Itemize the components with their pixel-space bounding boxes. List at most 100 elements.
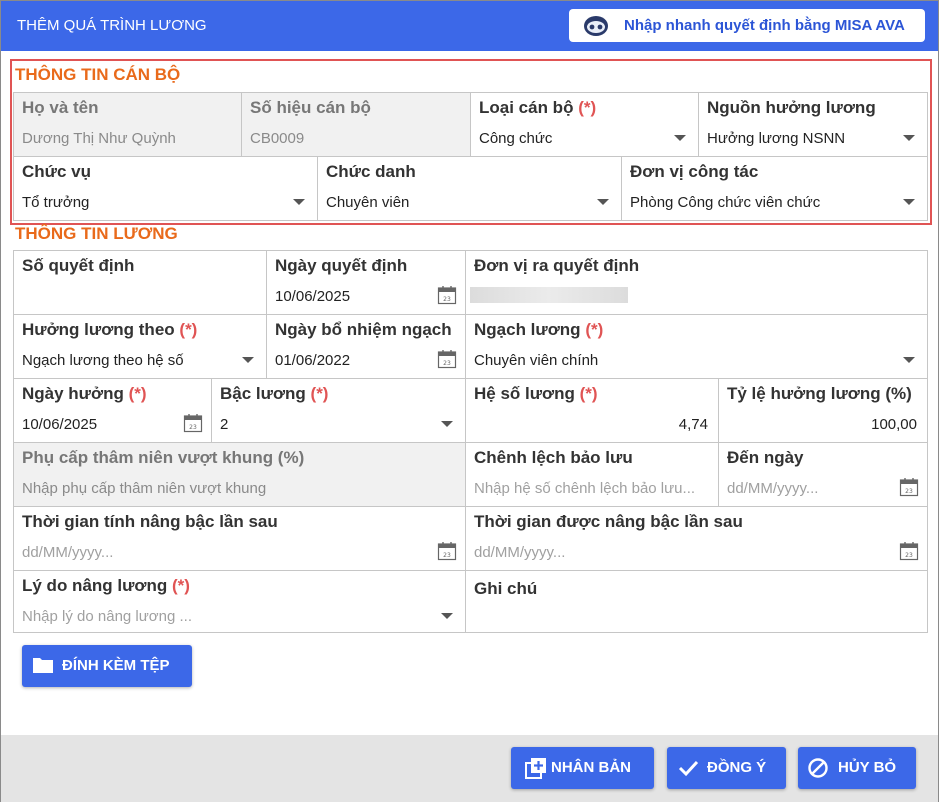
chuc-vu-value: Tổ trưởng (22, 194, 90, 211)
dialog-titlebar: THÊM QUÁ TRÌNH LƯƠNG Nhập nhanh quyết đị… (1, 1, 938, 51)
loai-can-bo-select[interactable]: Loại cán bộ (*) Công chức (470, 92, 699, 157)
den-ngay-placeholder[interactable]: dd/MM/yyyy... (727, 480, 818, 497)
chuc-danh-value: Chuyên viên (326, 194, 410, 211)
don-vi-cong-tac-select[interactable]: Đơn vị công tác Phòng Công chức viên chứ… (621, 156, 928, 221)
calendar-icon[interactable]: 23 (899, 541, 919, 561)
duplicate-label: NHÂN BẢN (551, 759, 631, 776)
attach-file-label: ĐÍNH KÈM TỆP (62, 657, 170, 674)
folder-icon (33, 658, 53, 673)
calendar-icon[interactable]: 23 (899, 477, 919, 497)
ngay-huong-field[interactable]: Ngày hưởng (*) 10/06/2025 23 (13, 378, 212, 443)
ok-label: ĐỒNG Ý (707, 759, 767, 776)
huong-luong-theo-value: Ngạch lương theo hệ số (22, 352, 184, 369)
ngay-huong-label: Ngày hưởng (*) (22, 384, 147, 403)
chevron-down-icon[interactable] (242, 357, 254, 363)
tg-duoc-nang-label: Thời gian được nâng bậc lần sau (474, 512, 743, 531)
so-hieu-value: CB0009 (250, 130, 305, 147)
chevron-down-icon[interactable] (293, 199, 305, 205)
svg-text:23: 23 (905, 488, 913, 495)
ngay-bo-nhiem-value[interactable]: 01/06/2022 (275, 352, 350, 369)
tg-duoc-nang-field[interactable]: Thời gian được nâng bậc lần sau dd/MM/yy… (465, 506, 928, 571)
duplicate-button[interactable]: NHÂN BẢN (511, 747, 654, 789)
so-quyet-dinh-field[interactable]: Số quyết định (13, 250, 267, 315)
huong-luong-theo-select[interactable]: Hưởng lương theo (*) Ngạch lương theo hệ… (13, 314, 267, 379)
bac-luong-label: Bậc lương (*) (220, 384, 329, 403)
robot-icon (584, 16, 608, 36)
cancel-label: HỦY BỎ (838, 759, 897, 776)
svg-text:23: 23 (189, 424, 197, 431)
ty-le-field[interactable]: Tỷ lệ hưởng lương (%) 100,00 (718, 378, 928, 443)
ngay-quyet-dinh-value[interactable]: 10/06/2025 (275, 288, 350, 305)
svg-text:23: 23 (905, 552, 913, 559)
dialog-title: THÊM QUÁ TRÌNH LƯƠNG (17, 17, 207, 34)
ngay-quyet-dinh-field[interactable]: Ngày quyết định 10/06/2025 23 (266, 250, 466, 315)
chevron-down-icon[interactable] (903, 357, 915, 363)
den-ngay-label: Đến ngày (727, 448, 804, 467)
chevron-down-icon[interactable] (903, 135, 915, 141)
chuc-vu-select[interactable]: Chức vụ Tổ trưởng (13, 156, 318, 221)
cancel-button[interactable]: HỦY BỎ (798, 747, 916, 789)
chenh-lech-field[interactable]: Chênh lệch bảo lưu Nhập hệ số chênh lệch… (465, 442, 719, 507)
ngay-huong-value[interactable]: 10/06/2025 (22, 416, 97, 433)
ly-do-select[interactable]: Lý do nâng lương (*) Nhập lý do nâng lươ… (13, 570, 466, 633)
chenh-lech-label: Chênh lệch bảo lưu (474, 448, 633, 467)
misa-ava-button[interactable]: Nhập nhanh quyết định bằng MISA AVA (569, 9, 925, 42)
chevron-down-icon[interactable] (674, 135, 686, 141)
chevron-down-icon[interactable] (441, 613, 453, 619)
bac-luong-select[interactable]: Bậc lương (*) 2 (211, 378, 466, 443)
so-hieu-field: Số hiệu cán bộ CB0009 (241, 92, 471, 157)
misa-ava-label: Nhập nhanh quyết định bằng MISA AVA (624, 17, 905, 34)
don-vi-ra-quyet-dinh-label: Đơn vị ra quyết định (474, 256, 640, 275)
calendar-icon[interactable]: 23 (437, 285, 457, 305)
don-vi-cong-tac-label: Đơn vị công tác (630, 162, 759, 181)
chevron-down-icon[interactable] (597, 199, 609, 205)
ngay-bo-nhiem-label: Ngày bổ nhiệm ngạch (275, 320, 452, 339)
checkmark-icon (678, 760, 699, 777)
ho-ten-value: Dương Thị Như Quỳnh (22, 130, 176, 147)
luong-section-title: THÔNG TIN LƯƠNG (15, 224, 178, 243)
loai-can-bo-label: Loại cán bộ (*) (479, 98, 597, 117)
phu-cap-placeholder: Nhập phụ cấp thâm niên vượt khung (22, 480, 267, 497)
ghi-chu-label: Ghi chú (474, 579, 538, 598)
calendar-icon[interactable]: 23 (437, 541, 457, 561)
svg-text:23: 23 (443, 296, 451, 303)
ngay-quyet-dinh-label: Ngày quyết định (275, 256, 408, 275)
ghi-chu-field[interactable]: Ghi chú (465, 570, 928, 633)
calendar-icon[interactable]: 23 (183, 413, 203, 433)
chuc-danh-select[interactable]: Chức danh Chuyên viên (317, 156, 622, 221)
ngach-luong-value: Chuyên viên chính (474, 352, 599, 369)
nguon-huong-luong-value: Hưởng lương NSNN (707, 130, 846, 147)
ngach-luong-select[interactable]: Ngạch lương (*) Chuyên viên chính (465, 314, 928, 379)
ngach-luong-label: Ngạch lương (*) (474, 320, 604, 339)
tg-duoc-nang-placeholder[interactable]: dd/MM/yyyy... (474, 544, 565, 561)
duplicate-icon (525, 758, 546, 779)
ty-le-label: Tỷ lệ hưởng lương (%) (727, 384, 912, 403)
don-vi-cong-tac-value: Phòng Công chức viên chức (630, 194, 821, 211)
attach-file-button[interactable]: ĐÍNH KÈM TỆP (22, 645, 192, 687)
he-so-luong-field[interactable]: Hệ số lương (*) 4,74 (465, 378, 719, 443)
chuc-vu-label: Chức vụ (22, 162, 91, 181)
dialog-footer: NHÂN BẢN ĐỒNG Ý HỦY BỎ (1, 735, 938, 802)
so-hieu-label: Số hiệu cán bộ (250, 98, 371, 117)
calendar-icon[interactable]: 23 (437, 349, 457, 369)
add-salary-dialog: THÊM QUÁ TRÌNH LƯƠNG Nhập nhanh quyết đị… (0, 0, 939, 802)
chevron-down-icon[interactable] (441, 421, 453, 427)
phu-cap-label: Phụ cấp thâm niên vượt khung (%) (22, 448, 305, 467)
chevron-down-icon[interactable] (903, 199, 915, 205)
nguon-huong-luong-select[interactable]: Nguồn hưởng lương Hưởng lương NSNN (698, 92, 928, 157)
tg-nang-bac-placeholder[interactable]: dd/MM/yyyy... (22, 544, 113, 561)
he-so-luong-value[interactable]: 4,74 (679, 416, 708, 433)
ly-do-placeholder: Nhập lý do nâng lương ... (22, 608, 192, 625)
chenh-lech-placeholder[interactable]: Nhập hệ số chênh lệch bảo lưu... (474, 480, 695, 497)
tg-nang-bac-field[interactable]: Thời gian tính nâng bậc lần sau dd/MM/yy… (13, 506, 466, 571)
ho-ten-label: Họ và tên (22, 98, 99, 117)
loai-can-bo-value: Công chức (479, 130, 553, 147)
don-vi-ra-quyet-dinh-field[interactable]: Đơn vị ra quyết định (465, 250, 928, 315)
ok-button[interactable]: ĐỒNG Ý (667, 747, 786, 789)
ngay-bo-nhiem-field[interactable]: Ngày bổ nhiệm ngạch 01/06/2022 23 (266, 314, 466, 379)
ho-ten-field: Họ và tên Dương Thị Như Quỳnh (13, 92, 242, 157)
den-ngay-field[interactable]: Đến ngày dd/MM/yyyy... 23 (718, 442, 928, 507)
nguon-huong-luong-label: Nguồn hưởng lương (707, 98, 876, 117)
redacted-value (470, 287, 628, 303)
ty-le-value[interactable]: 100,00 (871, 416, 917, 433)
